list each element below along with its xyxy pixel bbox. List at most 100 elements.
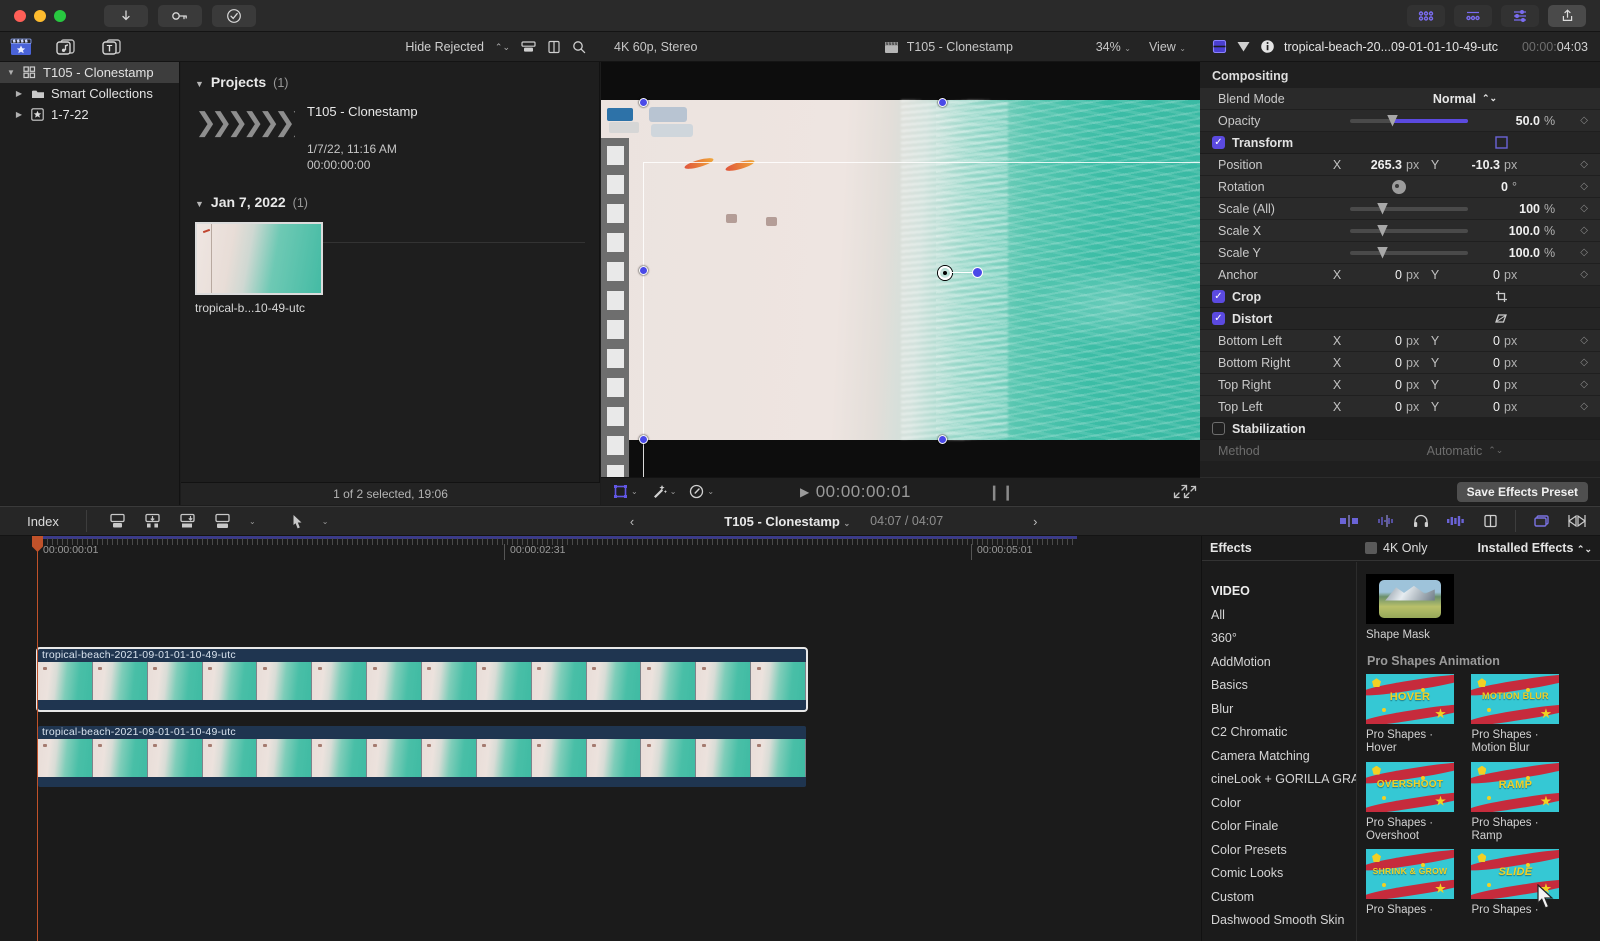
effects-category-dashwood[interactable]: Dashwood Smooth Skin (1202, 909, 1356, 933)
effects-category-blur[interactable]: Blur (1202, 698, 1356, 722)
save-effects-preset-button[interactable]: Save Effects Preset (1456, 481, 1588, 502)
distort-checkbox[interactable]: ✓ (1212, 312, 1225, 325)
opacity-slider[interactable] (1350, 114, 1468, 127)
connect-clip-icon[interactable] (109, 513, 126, 529)
disclosure-triangle-icon[interactable]: ▼ (195, 79, 204, 89)
expand-viewer-icon[interactable] (1183, 485, 1197, 499)
timeline-index-toggle-icon[interactable] (1568, 514, 1586, 528)
scale-y-slider[interactable] (1350, 246, 1468, 259)
keyframe-diamond-icon[interactable]: ◇ (1580, 379, 1588, 390)
maximize-button[interactable] (54, 9, 66, 22)
keyframe-diamond-icon[interactable]: ◇ (1580, 335, 1588, 346)
effects-category-color-finale[interactable]: Color Finale (1202, 815, 1356, 839)
crop-onscreen-icon[interactable] (1495, 290, 1508, 303)
trim-icon[interactable] (1339, 514, 1359, 528)
effects-category-color-presets[interactable]: Color Presets (1202, 839, 1356, 863)
filmstrip-view-icon[interactable] (521, 40, 536, 54)
disclosure-triangle-icon[interactable]: ▶ (14, 110, 24, 119)
timeline-project-name[interactable]: T105 - Clonestamp ⌄ (724, 514, 850, 529)
keyframe-button[interactable] (158, 4, 202, 27)
keyframe-diamond-icon[interactable]: ◇ (1580, 357, 1588, 368)
list-view-icon[interactable] (547, 40, 561, 54)
distort-onscreen-icon[interactable] (1494, 312, 1508, 325)
transform-icon[interactable] (613, 484, 628, 499)
colorboard-icon[interactable] (689, 484, 704, 499)
effects-category-video[interactable]: VIDEO (1202, 580, 1356, 604)
clip-appearance-icon[interactable] (1533, 514, 1551, 528)
projects-section-header[interactable]: ▼ Projects (1) (181, 62, 599, 96)
keyframe-diamond-icon[interactable]: ◇ (1580, 225, 1588, 236)
verify-button[interactable] (212, 4, 256, 27)
timeline-clip-secondary[interactable]: tropical-beach-2021-09-01-01-10-49-utc (38, 726, 806, 787)
photos-audio-icon[interactable] (54, 38, 78, 56)
scale-x-row[interactable]: Scale X 100.0 % ◇ (1200, 220, 1600, 242)
crop-group-header[interactable]: ✓ Crop (1200, 286, 1600, 308)
info-inspector-icon[interactable] (1260, 39, 1275, 54)
effect-item-shrink-grow[interactable]: SHRINK & GROW Pro Shapes · (1366, 849, 1459, 917)
rotation-value[interactable]: 0 (1450, 180, 1508, 194)
anchor-y-value[interactable]: 0 (1442, 268, 1500, 282)
scale-all-row[interactable]: Scale (All) 100 % ◇ (1200, 198, 1600, 220)
effect-thumbnail[interactable] (1366, 574, 1454, 624)
stabilization-checkbox[interactable] (1212, 422, 1225, 435)
transform-checkbox[interactable]: ✓ (1212, 136, 1225, 149)
previous-project-button[interactable]: ‹ (630, 514, 634, 529)
4k-only-filter[interactable]: 4K Only (1357, 541, 1427, 555)
effect-thumbnail[interactable]: HOVER (1366, 674, 1454, 725)
transform-handle-top-left[interactable] (639, 98, 648, 107)
edit-tools-dropdown-icon[interactable]: ⌄ (249, 517, 256, 526)
effects-toggle-button[interactable] (1454, 4, 1492, 27)
effects-category-c2-chromatic[interactable]: C2 Chromatic (1202, 721, 1356, 745)
color-inspector-icon[interactable] (1236, 39, 1251, 54)
effects-category-basics[interactable]: Basics (1202, 674, 1356, 698)
effect-item-ramp[interactable]: RAMP Pro Shapes · Ramp (1471, 761, 1564, 843)
browser-toggle-button[interactable] (1407, 4, 1445, 27)
position-row[interactable]: Position X 265.3 px Y -10.3 px ◇ (1200, 154, 1600, 176)
scale-all-slider[interactable] (1350, 202, 1468, 215)
effects-category-cinelook[interactable]: cineLook + GORILLA GRAIN (1202, 768, 1356, 792)
enhancements-tool-group[interactable]: ⌄ (651, 484, 676, 499)
installed-effects-dropdown[interactable]: Installed Effects ⌃⌄ (1478, 541, 1600, 555)
disclosure-triangle-icon[interactable]: ▶ (14, 89, 24, 98)
effect-item-motion-blur[interactable]: MOTION BLUR Pro Shapes · Motion Blur (1471, 674, 1564, 755)
viewer-panel[interactable] (601, 62, 1200, 477)
enhancements-icon[interactable] (651, 484, 667, 499)
anchor-row[interactable]: Anchor X 0 px Y 0 px ◇ (1200, 264, 1600, 286)
insert-clip-icon[interactable] (144, 513, 161, 529)
distort-group-header[interactable]: ✓ Distort (1200, 308, 1600, 330)
effect-thumbnail[interactable]: OVERSHOOT (1366, 761, 1454, 812)
scale-y-row[interactable]: Scale Y 100.0 % ◇ (1200, 242, 1600, 264)
effect-item-shape-mask[interactable]: Shape Mask (1366, 574, 1459, 642)
effect-item-hover[interactable]: HOVER Pro Shapes · Hover (1366, 674, 1459, 755)
keyframe-diamond-icon[interactable]: ◇ (1580, 247, 1588, 258)
timeline-clip-primary[interactable]: tropical-beach-2021-09-01-01-10-49-utc (36, 647, 808, 712)
search-icon[interactable] (572, 40, 586, 54)
colorboard-tool-group[interactable]: ⌄ (689, 484, 714, 499)
zoom-level-dropdown[interactable]: 34% ⌄ (1096, 40, 1131, 54)
distort-top-right-row[interactable]: Top Right X 0 px Y 0 px ◇ (1200, 374, 1600, 396)
library-browser-icon[interactable] (10, 38, 32, 56)
minimize-button[interactable] (34, 9, 46, 22)
close-button[interactable] (14, 9, 26, 22)
import-media-button[interactable] (104, 4, 148, 27)
blend-mode-row[interactable]: Blend Mode Normal ⌃⌄ (1200, 88, 1600, 110)
effects-category-all[interactable]: All (1202, 604, 1356, 628)
titles-generators-icon[interactable]: T (100, 38, 124, 56)
distort-bottom-right-row[interactable]: Bottom Right X 0 px Y 0 px ◇ (1200, 352, 1600, 374)
transform-onscreen-icon[interactable] (1495, 136, 1508, 149)
inspector-toggle-button[interactable] (1501, 4, 1539, 27)
transform-tool-group[interactable]: ⌄ (613, 484, 638, 499)
share-button[interactable] (1548, 4, 1586, 27)
anchor-point-icon[interactable] (938, 266, 952, 280)
timeline-index-button[interactable]: Index (0, 514, 86, 529)
scale-all-value[interactable]: 100 (1482, 202, 1540, 216)
effect-thumbnail[interactable]: RAMP (1471, 761, 1560, 812)
transform-group-header[interactable]: ✓ Transform (1200, 132, 1600, 154)
top-right-x-value[interactable]: 0 (1344, 378, 1402, 392)
timeline-playhead[interactable] (32, 536, 43, 941)
effects-category-360[interactable]: 360° (1202, 627, 1356, 651)
opacity-row[interactable]: Opacity 50.0 % ◇ (1200, 110, 1600, 132)
effects-thumbnail-grid[interactable]: Shape Mask Pro Shapes Animation HOVER Pr… (1358, 562, 1600, 941)
keyframe-diamond-icon[interactable]: ◇ (1580, 203, 1588, 214)
top-left-y-value[interactable]: 0 (1442, 400, 1500, 414)
